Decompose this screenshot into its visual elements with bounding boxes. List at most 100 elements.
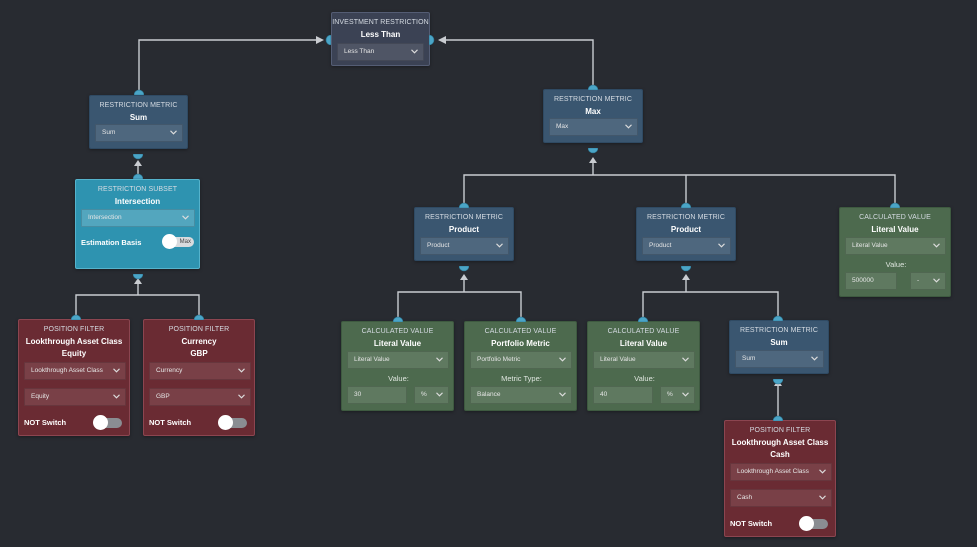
- node-title: Literal Value: [619, 339, 668, 348]
- unit-select-value: -: [917, 277, 920, 284]
- filter-field-select[interactable]: Lookthrough Asset Class: [24, 362, 126, 380]
- calculated-value-literal-node[interactable]: CALCULATED VALUE Literal Value Literal V…: [341, 321, 454, 411]
- chevron-down-icon: [113, 389, 120, 399]
- chevron-down-icon: [496, 238, 503, 248]
- investment-restriction-node[interactable]: INVESTMENT RESTRICTION Less Than Less Th…: [331, 12, 430, 66]
- unit-select-value: %: [667, 391, 673, 398]
- port-icon[interactable]: [321, 35, 331, 45]
- filter-field-select[interactable]: Lookthrough Asset Class: [730, 463, 832, 481]
- metric-type-select[interactable]: Balance: [470, 386, 572, 404]
- restriction-subset-node[interactable]: RESTRICTION SUBSET Intersection Intersec…: [75, 179, 200, 269]
- not-switch-label: NOT Switch: [730, 519, 773, 528]
- port-icon[interactable]: [393, 312, 403, 322]
- position-filter-cash-node[interactable]: POSITION FILTER Lookthrough Asset Class …: [724, 420, 836, 537]
- value-input[interactable]: 40: [593, 386, 653, 404]
- port-icon[interactable]: [588, 148, 598, 158]
- port-icon[interactable]: [773, 311, 783, 321]
- port-icon[interactable]: [133, 274, 143, 284]
- restriction-metric-max-node[interactable]: RESTRICTION METRIC Max Max: [543, 89, 643, 143]
- node-type-label: CALCULATED VALUE: [607, 328, 680, 335]
- port-icon[interactable]: [681, 198, 691, 208]
- value-type-select[interactable]: Literal Value: [593, 351, 695, 369]
- port-icon[interactable]: [459, 198, 469, 208]
- calculated-value-portfolio-metric-node[interactable]: CALCULATED VALUE Portfolio Metric Portfo…: [464, 321, 577, 411]
- port-icon[interactable]: [459, 266, 469, 276]
- edge-children-to-product2: [642, 277, 779, 317]
- node-title: Literal Value: [373, 339, 422, 348]
- restriction-metric-product-node[interactable]: RESTRICTION METRIC Product Product: [636, 207, 736, 261]
- port-icon[interactable]: [588, 80, 598, 90]
- port-icon[interactable]: [681, 266, 691, 276]
- node-title-line1: Lookthrough Asset Class: [731, 438, 829, 447]
- operator-select[interactable]: Less Than: [337, 43, 424, 61]
- node-type-label: POSITION FILTER: [749, 427, 811, 434]
- chevron-down-icon: [682, 387, 689, 397]
- position-filter-gbp-node[interactable]: POSITION FILTER Currency GBP Currency GB…: [143, 319, 255, 436]
- metric-select[interactable]: Sum: [95, 124, 183, 142]
- chevron-down-icon: [933, 273, 940, 283]
- port-icon[interactable]: [773, 379, 783, 389]
- value-type-select[interactable]: Portfolio Metric: [470, 351, 572, 369]
- restriction-metric-sum-node[interactable]: RESTRICTION METRIC Sum Sum: [729, 320, 829, 374]
- port-icon[interactable]: [773, 411, 783, 421]
- estimation-basis-label: Estimation Basis: [81, 238, 142, 247]
- edge-max-to-less-than: [440, 39, 594, 85]
- value-input-text: 30: [354, 391, 362, 398]
- port-icon[interactable]: [429, 35, 439, 45]
- port-icon[interactable]: [71, 310, 81, 320]
- port-icon[interactable]: [134, 85, 144, 95]
- value-type-select[interactable]: Literal Value: [347, 351, 449, 369]
- port-icon[interactable]: [516, 312, 526, 322]
- chevron-down-icon: [113, 363, 120, 373]
- unit-select-value: %: [421, 391, 427, 398]
- filter-value-select[interactable]: Equity: [24, 388, 126, 406]
- not-switch-toggle[interactable]: [93, 415, 122, 430]
- value-type-value: Portfolio Metric: [477, 356, 521, 363]
- port-icon[interactable]: [194, 310, 204, 320]
- filter-value-select[interactable]: Cash: [730, 489, 832, 507]
- node-title-line2: GBP: [190, 349, 208, 358]
- position-filter-equity-node[interactable]: POSITION FILTER Lookthrough Asset Class …: [18, 319, 130, 436]
- node-type-label: INVESTMENT RESTRICTION: [332, 19, 429, 26]
- not-switch-toggle[interactable]: [218, 415, 247, 430]
- restriction-metric-sum-node[interactable]: RESTRICTION METRIC Sum Sum: [89, 95, 188, 149]
- port-icon[interactable]: [133, 154, 143, 164]
- calculated-value-literal-node[interactable]: CALCULATED VALUE Literal Value Literal V…: [839, 207, 951, 297]
- metric-select-value: Product: [649, 242, 672, 249]
- chevron-down-icon: [559, 387, 566, 397]
- metric-select[interactable]: Product: [642, 237, 731, 255]
- value-input[interactable]: 30: [347, 386, 407, 404]
- estimation-basis-toggle[interactable]: Max: [162, 234, 194, 249]
- unit-select[interactable]: %: [414, 386, 449, 404]
- edge-calcs-to-product1: [397, 277, 522, 317]
- port-icon[interactable]: [133, 169, 143, 179]
- metric-select[interactable]: Max: [549, 118, 638, 136]
- calculated-value-literal-node[interactable]: CALCULATED VALUE Literal Value Literal V…: [587, 321, 700, 411]
- port-icon[interactable]: [638, 312, 648, 322]
- port-icon[interactable]: [890, 198, 900, 208]
- not-switch-toggle[interactable]: [799, 516, 828, 531]
- subset-select[interactable]: Intersection: [81, 209, 195, 227]
- restriction-metric-product-node[interactable]: RESTRICTION METRIC Product Product: [414, 207, 514, 261]
- metric-select[interactable]: Product: [420, 237, 509, 255]
- filter-field-select[interactable]: Currency: [149, 362, 251, 380]
- node-title: Intersection: [114, 197, 161, 206]
- unit-select[interactable]: -: [910, 272, 946, 290]
- metric-select-value: Sum: [102, 129, 116, 136]
- chevron-down-icon: [238, 363, 245, 373]
- filter-value-select[interactable]: GBP: [149, 388, 251, 406]
- metric-select[interactable]: Sum: [735, 350, 824, 368]
- node-title: Sum: [129, 113, 148, 122]
- value-type-select[interactable]: Literal Value: [845, 237, 946, 255]
- toggle-knob: [218, 415, 233, 430]
- metric-select-value: Product: [427, 242, 450, 249]
- unit-select[interactable]: %: [660, 386, 695, 404]
- edge-filters-to-subset: [75, 282, 200, 315]
- node-title: Product: [448, 225, 480, 234]
- toggle-knob: [799, 516, 814, 531]
- node-type-label: RESTRICTION METRIC: [739, 327, 819, 334]
- not-switch-label: NOT Switch: [24, 418, 67, 427]
- not-switch-label: NOT Switch: [149, 418, 192, 427]
- value-input[interactable]: 500000: [845, 272, 897, 290]
- node-title: Sum: [770, 338, 788, 347]
